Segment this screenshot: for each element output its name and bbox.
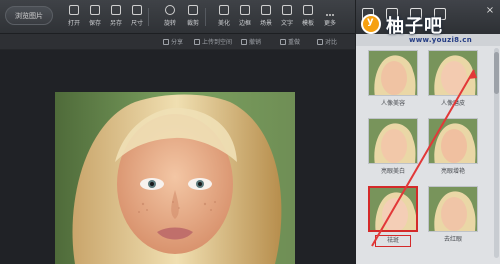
scene-tool-label: 场景: [259, 20, 272, 27]
redo-label: 重做: [288, 39, 301, 46]
frame-tool-label: 边框: [238, 20, 251, 27]
text-icon: [282, 5, 292, 15]
crop-icon: [188, 5, 198, 15]
crop-tool-button[interactable]: 裁剪: [181, 3, 205, 31]
effect-thumb-0[interactable]: 人像美容: [368, 50, 418, 111]
compare-icon: [317, 38, 323, 45]
scene-icon: [261, 5, 271, 15]
effect-thumbnail-image: [428, 118, 478, 164]
effect-thumb-5[interactable]: 去红眼: [428, 186, 478, 247]
redo-button[interactable]: 重做: [280, 37, 300, 46]
save-tool-label: 保存: [88, 20, 101, 27]
effects-panel: × 人像美容 人像磨皮 亮眼美白 亮眼增艳 祛斑 去红眼: [355, 0, 500, 264]
effect-thumb-label: 去红眼: [443, 236, 462, 243]
undo-button[interactable]: 撤销: [241, 37, 261, 46]
undo-icon: [241, 38, 247, 45]
effect-thumb-label: 人像磨皮: [440, 100, 465, 107]
save-as-icon: [111, 5, 121, 15]
beautify-tool-label: 美化: [217, 20, 230, 27]
save-icon: [90, 5, 100, 15]
text-tool-label: 文字: [280, 20, 293, 27]
effect-thumbnail-image: [368, 118, 418, 164]
save-as-tool-label: 另存: [109, 20, 122, 27]
compare-label: 对比: [325, 39, 338, 46]
rotate-icon: [165, 5, 175, 15]
undo-label: 撤销: [249, 39, 262, 46]
panel-header: ×: [356, 0, 500, 34]
more-tool-button[interactable]: 更多: [318, 3, 342, 31]
beautify-icon: [219, 5, 229, 15]
frame-icon: [240, 5, 250, 15]
template-icon: [303, 5, 313, 15]
panel-tab-effects[interactable]: [386, 8, 398, 20]
effect-thumb-label: 亮眼增艳: [440, 168, 465, 175]
effect-thumbnail-image: [368, 50, 418, 96]
template-tool-label: 模板: [301, 20, 314, 27]
effect-thumb-4[interactable]: 祛斑: [368, 186, 418, 247]
secondary-toolbar: 分享 上传到空间 撤销 重做 对比: [0, 34, 355, 50]
effect-thumb-1[interactable]: 人像磨皮: [428, 50, 478, 111]
effect-thumbnail-image: [368, 186, 418, 232]
effect-thumb-label: 亮眼美白: [380, 168, 405, 175]
photo-editor-window: 浏览图片 打开 保存 另存 尺寸 旋转 裁剪 美化 边框 场景 文字 模板 更多…: [0, 0, 500, 264]
rotate-tool-label: 旋转: [163, 20, 176, 27]
more-icon: [325, 5, 335, 16]
open-tool-label: 打开: [67, 20, 80, 27]
panel-tab-makeup[interactable]: [434, 8, 446, 20]
share-button[interactable]: 分享: [163, 37, 183, 46]
resize-tool-label: 尺寸: [130, 20, 143, 27]
effect-thumbnail-image: [428, 50, 478, 96]
rotate-tool-button[interactable]: 旋转: [158, 3, 182, 31]
template-tool-button[interactable]: 模板: [296, 3, 320, 31]
image-canvas[interactable]: [0, 50, 355, 264]
panel-subheader: [356, 34, 500, 46]
panel-tab-portrait[interactable]: [410, 8, 422, 20]
compare-button[interactable]: 对比: [317, 37, 337, 46]
folder-icon: [69, 5, 79, 15]
upload-button[interactable]: 上传到空间: [194, 37, 232, 46]
resize-tool-button[interactable]: 尺寸: [125, 3, 149, 31]
panel-scrollbar-thumb[interactable]: [494, 52, 499, 94]
resize-icon: [132, 5, 142, 15]
more-tool-label: 更多: [323, 20, 336, 27]
share-label: 分享: [171, 39, 184, 46]
cloud-upload-icon: [194, 38, 200, 45]
effect-thumbnail-image: [428, 186, 478, 232]
portrait-photo[interactable]: [55, 92, 295, 264]
toolbar-separator: [148, 8, 149, 26]
share-icon: [163, 38, 169, 45]
effect-thumb-2[interactable]: 亮眼美白: [368, 118, 418, 179]
redo-icon: [280, 38, 286, 45]
browse-images-button[interactable]: 浏览图片: [5, 6, 53, 25]
upload-label: 上传到空间: [202, 39, 233, 46]
crop-tool-label: 裁剪: [186, 20, 199, 27]
effect-thumb-3[interactable]: 亮眼增艳: [428, 118, 478, 179]
effect-thumb-label: 祛斑: [375, 235, 411, 247]
toolbar-separator: [205, 8, 206, 26]
panel-tab-beautify[interactable]: [362, 8, 374, 20]
effect-thumb-label: 人像美容: [380, 100, 405, 107]
close-icon[interactable]: ×: [485, 6, 495, 16]
